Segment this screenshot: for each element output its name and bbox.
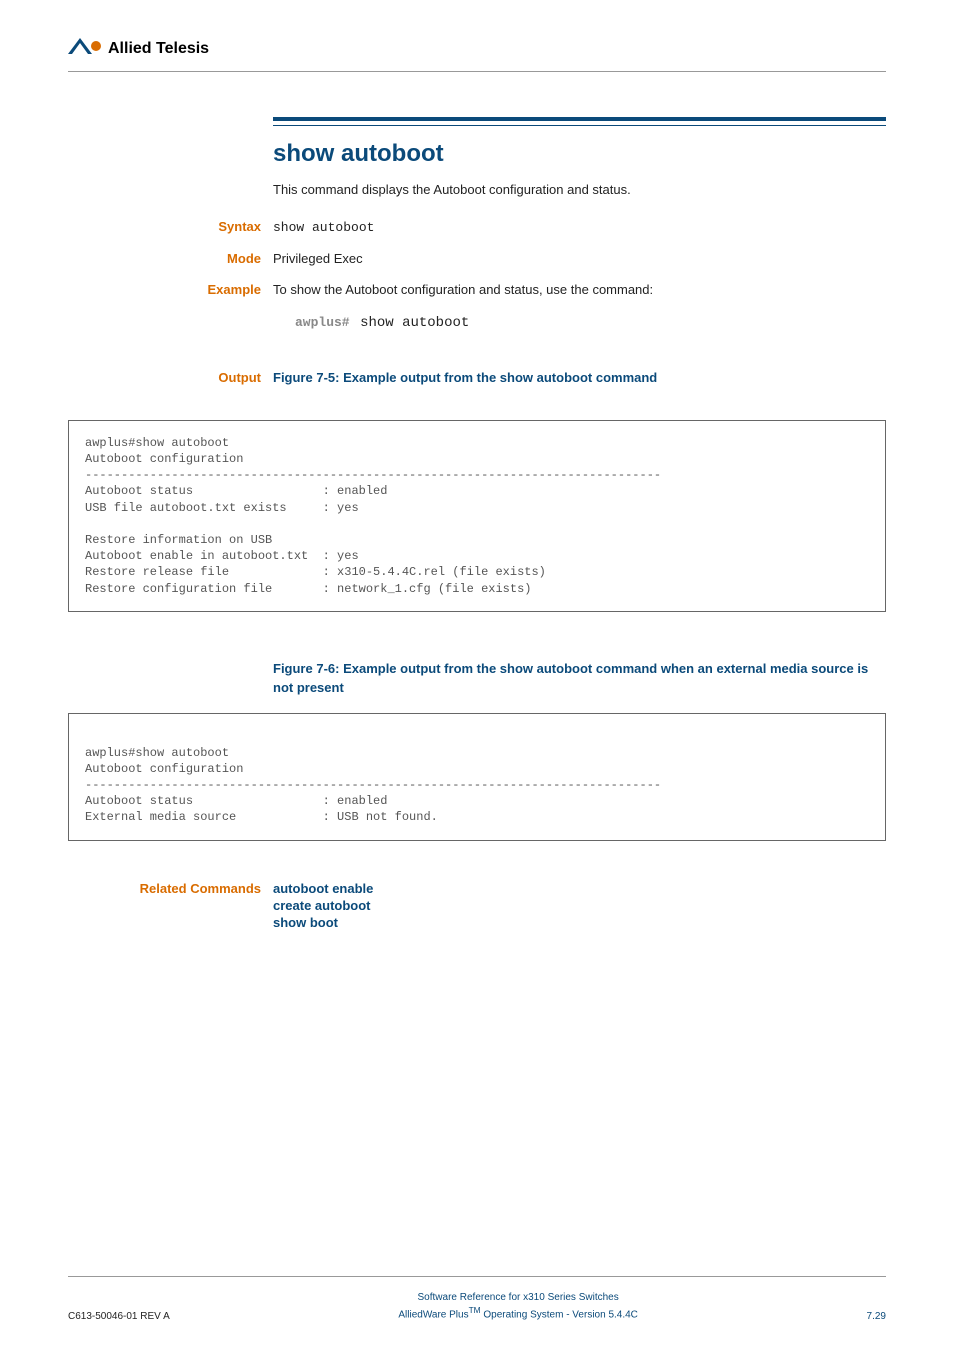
footer-rule [68,1276,886,1277]
example-text: To show the Autoboot configuration and s… [273,282,886,297]
figure-75-caption: Figure 7-5: Example output from the show… [273,369,886,388]
brand-logo: Allied Telesis [68,38,886,71]
output-row: Output Figure 7-5: Example output from t… [68,369,886,404]
brand-name: Allied Telesis [108,40,209,58]
link-show-boot[interactable]: show boot [273,915,373,930]
example-row: Example To show the Autoboot configurati… [68,282,886,297]
footer-os-post: Operating System - Version 5.4.4C [481,1309,638,1320]
cli-prompt: awplus# [295,315,350,330]
page-content: show autoboot This command displays the … [0,72,954,932]
page-footer: C613-50046-01 REV A Software Reference f… [0,1276,954,1322]
output-box-1: awplus#show autoboot Autoboot configurat… [68,420,886,612]
command-title: show autoboot [273,140,886,168]
related-commands-row: Related Commands autoboot enable create … [68,881,886,932]
output-box-2: awplus#show autoboot Autoboot configurat… [68,713,886,840]
syntax-text: show autoboot [273,220,886,235]
footer-line: C613-50046-01 REV A Software Reference f… [68,1291,886,1322]
example-command-line: awplus# show autoboot [295,313,886,331]
related-commands-links: autoboot enable create autoboot show boo… [273,881,373,932]
example-label: Example [68,282,273,297]
heading-rule-thick [273,117,886,121]
figure-76-caption: Figure 7-6: Example output from the show… [273,660,886,698]
page-header: Allied Telesis [0,0,954,71]
cli-command: show autoboot [360,315,469,331]
footer-os-pre: AlliedWare Plus [398,1309,468,1320]
link-create-autoboot[interactable]: create autoboot [273,898,373,913]
link-autoboot-enable[interactable]: autoboot enable [273,881,373,896]
mode-row: Mode Privileged Exec [68,251,886,266]
footer-tm: TM [469,1305,481,1315]
footer-page-number: 7.29 [867,1311,886,1322]
mode-text: Privileged Exec [273,251,886,266]
syntax-row: Syntax show autoboot [68,219,886,235]
command-description: This command displays the Autoboot confi… [273,182,886,197]
footer-product-line: Software Reference for x310 Series Switc… [418,1292,619,1303]
command-heading-block: show autoboot This command displays the … [273,117,886,197]
footer-center: Software Reference for x310 Series Switc… [398,1291,638,1322]
output-label: Output [68,370,273,385]
mode-label: Mode [68,251,273,266]
footer-doc-id: C613-50046-01 REV A [68,1311,170,1322]
related-commands-label: Related Commands [68,881,273,896]
heading-rule-thin [273,125,886,126]
syntax-label: Syntax [68,219,273,234]
allied-telesis-mark-icon [68,38,102,59]
